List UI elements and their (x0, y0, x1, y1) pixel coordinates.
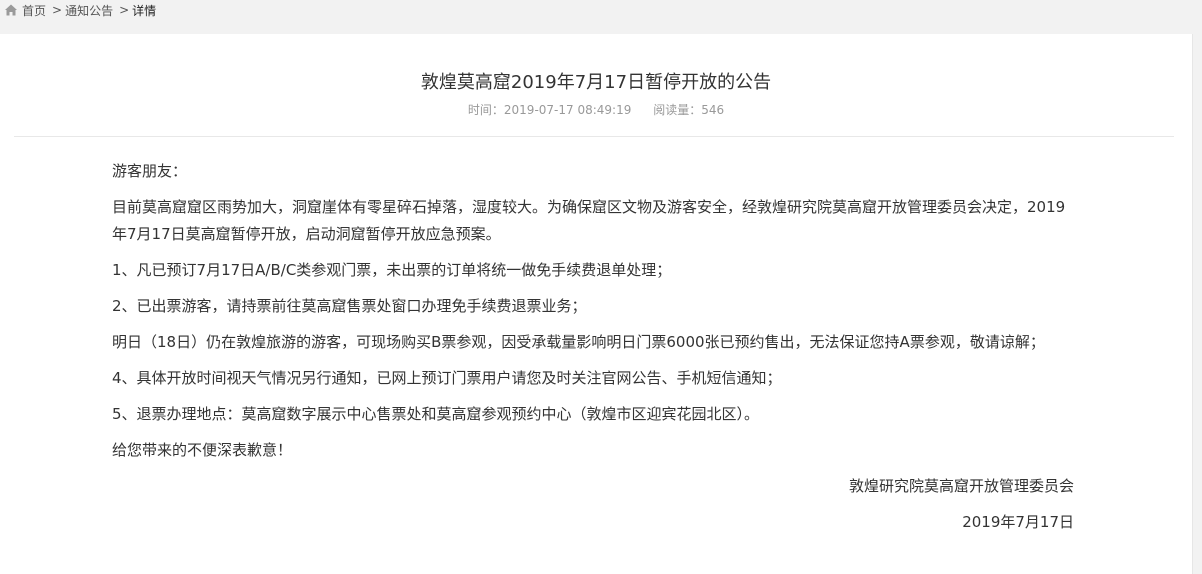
publish-date: 2019年7月17日 (962, 513, 1074, 531)
paragraph: 明日（18日）仍在敦煌旅游的游客，可现场购买B票参观，因受承载量影响明日门票60… (112, 333, 1045, 351)
breadcrumb-current: 详情 (132, 3, 157, 18)
reads-value: 546 (701, 103, 725, 117)
article-meta: 时间：2019-07-17 08:49:19 阅读量：546 (0, 101, 1192, 118)
article-content: 游客朋友： 目前莫高窟窟区雨势加大，洞窟崖体有零星碎石掉落，湿度较大。为确保窟区… (112, 158, 1074, 545)
paragraph: 2、已出票游客，请持票前往莫高窟售票处窗口办理免手续费退票业务； (112, 297, 587, 315)
article-card: 敦煌莫高窟2019年7月17日暂停开放的公告 时间：2019-07-17 08:… (0, 34, 1193, 574)
greeting: 游客朋友： (112, 162, 188, 180)
breadcrumb-home-link[interactable]: 首页 (22, 2, 46, 19)
reads-label: 阅读量： (653, 103, 702, 117)
breadcrumb-separator: > (119, 3, 130, 17)
home-icon[interactable] (4, 3, 18, 17)
breadcrumb-section-link[interactable]: 通知公告 (65, 2, 113, 19)
breadcrumb: 首页 > 通知公告 > 详情 (0, 0, 1202, 20)
paragraph: 给您带来的不便深表歉意！ (112, 441, 293, 459)
paragraph: 4、具体开放时间视天气情况另行通知，已网上预订门票用户请您及时关注官网公告、手机… (112, 369, 782, 387)
time-value: 2019-07-17 08:49:19 (503, 103, 632, 117)
paragraph: 1、凡已预订7月17日A/B/C类参观门票，未出票的订单将统一做免手续费退单处理… (112, 261, 672, 279)
article-title: 敦煌莫高窟2019年7月17日暂停开放的公告 (420, 72, 772, 93)
paragraph: 目前莫高窟窟区雨势加大，洞窟崖体有零星碎石掉落，湿度较大。为确保窟区文物及游客安… (112, 198, 1066, 243)
divider (14, 136, 1174, 137)
time-label: 时间： (467, 103, 504, 117)
signature: 敦煌研究院莫高窟开放管理委员会 (848, 477, 1074, 495)
paragraph: 5、退票办理地点：莫高窟数字展示中心售票处和莫高窟参观预约中心（敦煌市区迎宾花园… (112, 405, 760, 423)
breadcrumb-separator: > (52, 3, 63, 17)
